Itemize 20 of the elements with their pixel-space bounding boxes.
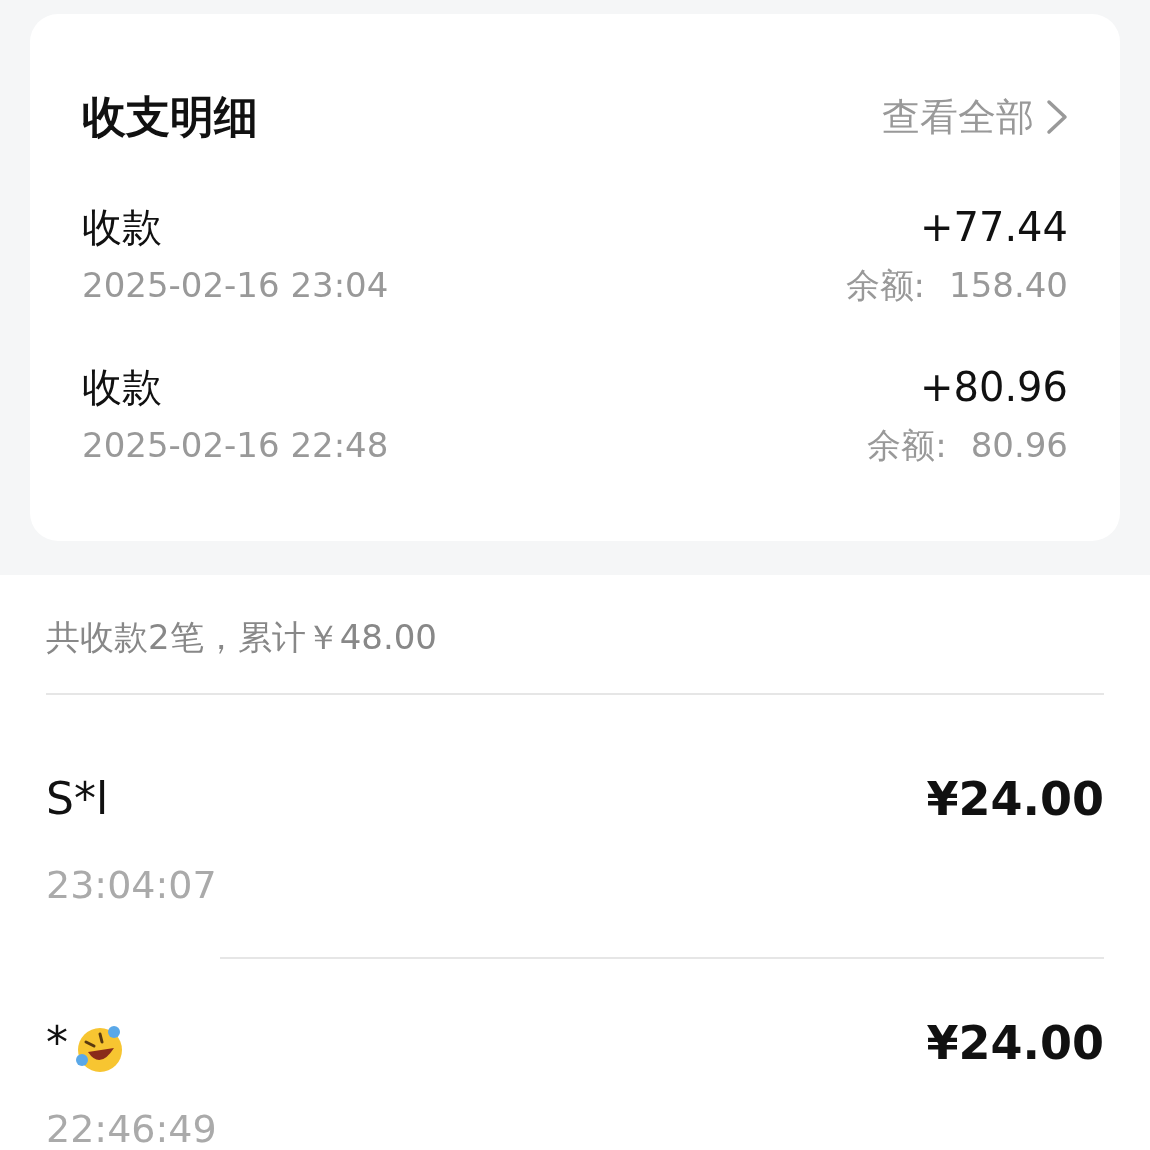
payment-time: 22:46:49 bbox=[46, 1106, 218, 1150]
transaction-label: 收款 bbox=[82, 203, 162, 252]
transaction-amount: +80.96 bbox=[919, 363, 1068, 412]
balance-label: 余额: bbox=[845, 263, 926, 307]
payer-name: * bbox=[46, 1016, 68, 1070]
view-all-link[interactable]: 查看全部 bbox=[882, 88, 1068, 146]
chevron-right-icon bbox=[1046, 99, 1068, 135]
summary-text: 共收款2笔，累计￥48.00 bbox=[46, 616, 438, 659]
transaction-label: 收款 bbox=[82, 363, 162, 412]
transaction-time: 2025-02-16 23:04 bbox=[82, 263, 389, 307]
section-title: 收支明细 bbox=[82, 90, 258, 144]
transaction-time: 2025-02-16 22:48 bbox=[82, 423, 389, 467]
balance-value: 158.40 bbox=[949, 263, 1068, 307]
payer-name: S*l bbox=[46, 772, 109, 826]
payment-time: 23:04:07 bbox=[46, 862, 218, 907]
payment-amount: ¥24.00 bbox=[926, 770, 1104, 828]
transaction-amount: +77.44 bbox=[919, 203, 1068, 252]
payment-amount: ¥24.00 bbox=[926, 1014, 1104, 1072]
balance-value: 80.96 bbox=[970, 423, 1068, 467]
balance-label: 余额: bbox=[867, 423, 947, 467]
